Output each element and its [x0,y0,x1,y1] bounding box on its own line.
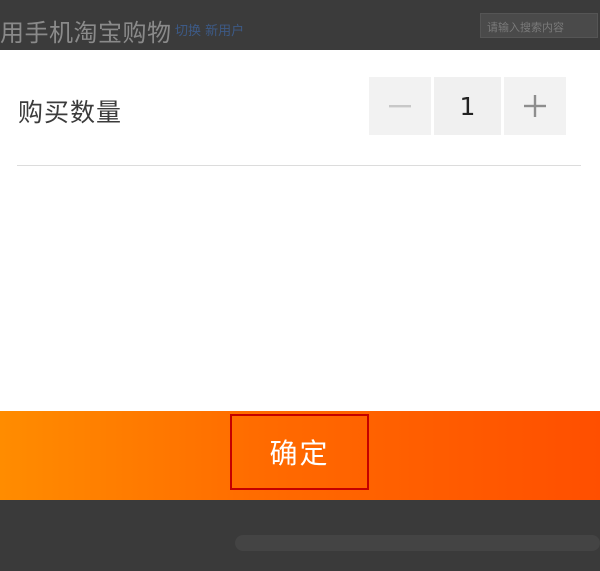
confirm-button[interactable]: 确定 [230,414,369,490]
minus-icon [389,105,411,108]
decrement-button[interactable] [369,77,431,135]
background-footer-bar [235,535,600,551]
screen: 用手机淘宝购物 切换 新用户 请输入搜索内容 购买数量 1 确定 [0,0,600,571]
background-footer [0,500,600,571]
increment-button[interactable] [504,77,566,135]
quantity-sheet: 购买数量 1 [0,50,600,411]
plus-icon [524,95,546,117]
divider [17,165,581,166]
quantity-input[interactable]: 1 [434,77,501,135]
background-header: 用手机淘宝购物 切换 新用户 请输入搜索内容 [0,0,600,50]
background-title: 用手机淘宝购物 [0,19,172,47]
background-search-input: 请输入搜索内容 [480,13,598,38]
quantity-stepper: 1 [369,77,566,135]
background-links: 切换 新用户 [175,24,245,39]
confirm-bar: 确定 [0,411,600,500]
quantity-label: 购买数量 [18,98,123,127]
